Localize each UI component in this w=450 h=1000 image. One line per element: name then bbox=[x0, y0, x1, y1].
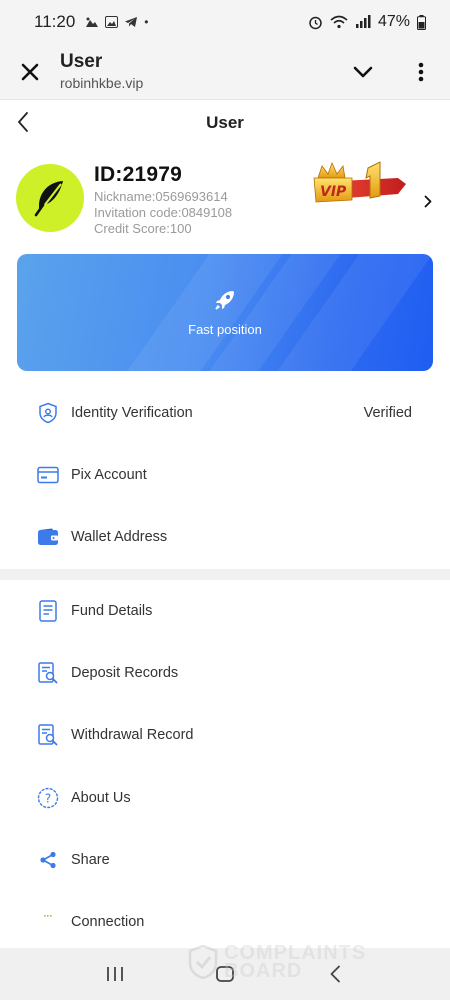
wifi-icon bbox=[330, 15, 348, 29]
browser-dropdown-button[interactable] bbox=[334, 44, 392, 100]
wallet-icon bbox=[36, 525, 60, 549]
back-nav-icon bbox=[330, 965, 340, 983]
connection-icon bbox=[36, 910, 60, 934]
page-title: User bbox=[206, 113, 244, 132]
user-credit-score: Credit Score:100 bbox=[94, 221, 192, 236]
more-notifications-icon: • bbox=[144, 15, 149, 29]
menu-item-identity-verification[interactable]: Identity Verification Verified bbox=[0, 387, 450, 439]
notification-app-icon bbox=[86, 17, 99, 27]
menu-label: Wallet Address bbox=[71, 529, 168, 545]
record-search-icon bbox=[36, 661, 60, 685]
system-navigation-bar bbox=[0, 948, 450, 1000]
section-divider bbox=[0, 569, 450, 580]
menu-label: Identity Verification bbox=[71, 405, 193, 421]
recent-apps-button[interactable] bbox=[85, 948, 145, 1000]
menu-label: Withdrawal Record bbox=[71, 727, 194, 743]
battery-icon bbox=[417, 14, 426, 30]
shield-user-icon bbox=[36, 401, 60, 425]
browser-toolbar: User robinhkbe.vip bbox=[0, 44, 450, 100]
status-time: 11:20 bbox=[34, 12, 76, 31]
gallery-icon bbox=[105, 16, 119, 28]
help-icon: ? bbox=[36, 786, 60, 810]
telegram-icon bbox=[125, 17, 138, 27]
fast-position-button[interactable]: Fast position bbox=[17, 254, 433, 371]
user-nickname: Nickname:0569693614 bbox=[94, 189, 228, 204]
document-icon bbox=[36, 599, 60, 623]
menu-label: About Us bbox=[71, 790, 131, 806]
svg-text:?: ? bbox=[45, 792, 51, 806]
vip-badge-icon: VIP bbox=[313, 161, 406, 203]
menu-item-share[interactable]: Share bbox=[0, 834, 450, 886]
back-nav-button[interactable] bbox=[305, 948, 365, 1000]
menu-item-wallet-address[interactable]: Wallet Address bbox=[0, 511, 450, 563]
close-icon bbox=[21, 63, 39, 80]
menu-item-withdrawal-record[interactable]: Withdrawal Record bbox=[0, 709, 450, 761]
page-header: User bbox=[0, 100, 450, 146]
battery-percent: 47% bbox=[377, 13, 410, 30]
menu-item-about-us[interactable]: ? About Us bbox=[0, 772, 450, 824]
browser-close-button[interactable] bbox=[0, 44, 60, 100]
user-id: ID:21979 bbox=[94, 163, 182, 186]
card-icon bbox=[36, 463, 60, 487]
browser-url[interactable]: robinhkbe.vip bbox=[60, 73, 143, 93]
rocket-icon bbox=[215, 291, 234, 310]
browser-page-title: User bbox=[60, 50, 103, 72]
signal-icon bbox=[355, 15, 371, 28]
user-card-chevron[interactable] bbox=[420, 192, 436, 210]
svg-text:VIP: VIP bbox=[320, 184, 347, 200]
alarm-icon bbox=[309, 16, 322, 29]
record-search-icon bbox=[36, 723, 60, 747]
menu-label: Pix Account bbox=[71, 467, 147, 483]
verification-status: Verified bbox=[363, 405, 412, 421]
chevron-down-icon bbox=[353, 66, 373, 77]
menu-label: Deposit Records bbox=[71, 665, 179, 681]
back-button[interactable] bbox=[8, 106, 38, 138]
menu-label: Fund Details bbox=[71, 603, 153, 619]
more-vertical-icon bbox=[418, 62, 424, 81]
menu-label: Share bbox=[71, 852, 110, 868]
fast-position-label: Fast position bbox=[188, 322, 262, 337]
home-icon bbox=[216, 966, 234, 982]
menu-label: Connection bbox=[71, 914, 145, 930]
browser-menu-button[interactable] bbox=[392, 44, 450, 100]
share-icon bbox=[36, 848, 60, 872]
notification-icons: • bbox=[85, 15, 148, 29]
menu-item-connection[interactable]: Connection bbox=[0, 896, 450, 948]
menu-item-fund-details[interactable]: Fund Details bbox=[0, 585, 450, 637]
menu-item-pix-account[interactable]: Pix Account bbox=[0, 449, 450, 501]
chevron-left-icon bbox=[18, 112, 28, 132]
status-bar: 11:20 • 47% bbox=[0, 0, 450, 44]
user-card[interactable]: ID:21979 Nickname:0569693614 Invitation … bbox=[0, 160, 450, 242]
menu-item-deposit-records[interactable]: Deposit Records bbox=[0, 647, 450, 699]
status-right: 47% bbox=[308, 13, 426, 31]
recent-apps-icon bbox=[107, 967, 123, 981]
chevron-right-icon bbox=[424, 195, 432, 207]
feather-logo-icon bbox=[34, 181, 63, 217]
user-invitation-code: Invitation code:0849108 bbox=[94, 205, 233, 220]
avatar bbox=[16, 164, 84, 232]
home-button[interactable] bbox=[195, 948, 255, 1000]
